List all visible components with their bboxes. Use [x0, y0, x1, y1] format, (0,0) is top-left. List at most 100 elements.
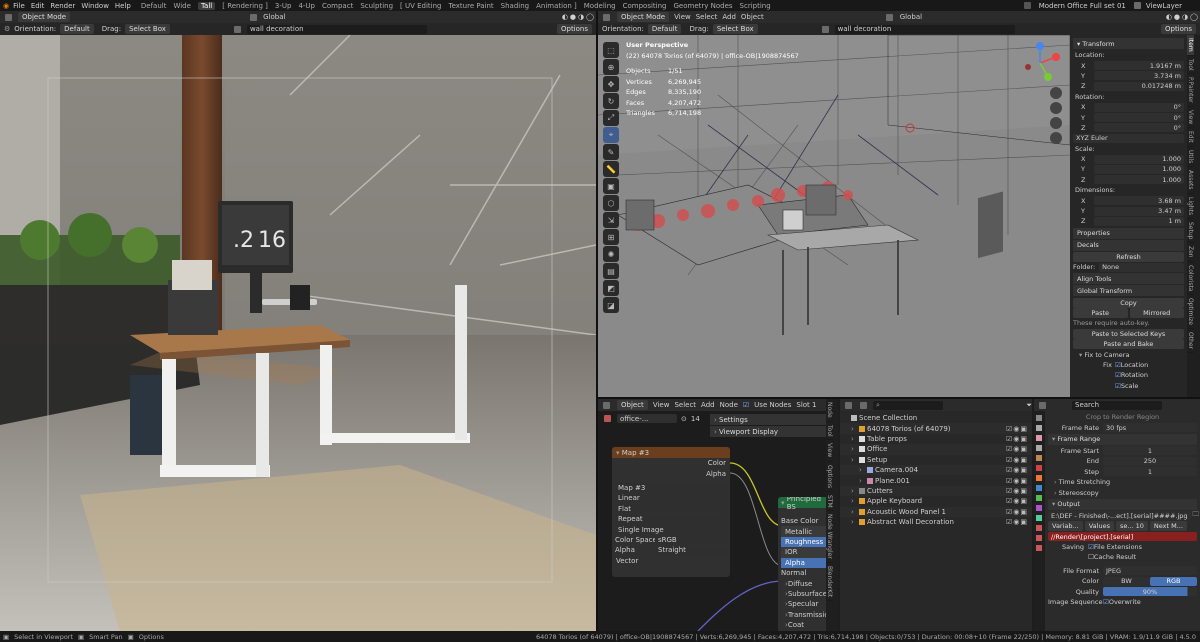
workspace-tab[interactable]: Wide [173, 2, 190, 10]
drag-selector[interactable]: Select Box [125, 24, 170, 34]
image-option-select[interactable]: Linear [615, 493, 727, 503]
scene-icon[interactable] [1023, 2, 1031, 9]
image-texture-node[interactable]: ▾ Map #3 Color Alpha Map #3 Linear Flat Re… [612, 447, 730, 577]
bsdf-input[interactable]: Base Color [781, 516, 826, 526]
bsdf-section[interactable]: › Specular [781, 599, 826, 609]
editor-type-icon[interactable] [603, 13, 610, 21]
extra-tool6-icon[interactable]: ◩ [603, 280, 619, 296]
orientation-selector[interactable]: Default [647, 24, 682, 34]
next-button[interactable]: Next M... [1149, 521, 1187, 532]
visibility-toggles-icon[interactable]: ☑◉▣ [1006, 508, 1028, 516]
frame-step-field[interactable]: 1 [1103, 467, 1197, 477]
fix-camera-header[interactable]: ▾ Fix to Camera [1073, 349, 1184, 359]
extra-tab-icon[interactable] [1036, 545, 1042, 551]
bsdf-node-header[interactable]: ▾ Principled BS [778, 497, 826, 511]
search-input[interactable]: wall decoration [246, 24, 427, 34]
variables-button[interactable]: Variab... [1048, 521, 1083, 532]
workspace-tab[interactable]: Shading [501, 2, 529, 10]
extra-tool7-icon[interactable]: ◪ [603, 297, 619, 313]
n-panel-tab[interactable]: Colorista [1187, 262, 1194, 296]
principled-bsdf-node[interactable]: ▾ Principled BS Base Color Metallic Roughn… [778, 497, 826, 631]
drag-selector[interactable]: Select Box [712, 24, 758, 34]
menu-select[interactable]: Select [696, 13, 718, 21]
menu-node[interactable]: Node [720, 401, 738, 409]
menu-view[interactable]: View [653, 401, 670, 409]
render-tab-icon[interactable] [1036, 425, 1042, 431]
n-panel-tab[interactable]: Other [1187, 329, 1194, 354]
extra-tool2-icon[interactable]: ⇲ [603, 212, 619, 228]
scale-z-field[interactable]: 1.000 [1094, 175, 1184, 185]
use-nodes-checkbox[interactable]: ☑ [743, 401, 749, 409]
workspace-tab[interactable]: Sculpting [360, 2, 393, 10]
shading-icons[interactable]: ◐●◑◯ [1166, 13, 1200, 21]
visibility-toggles-icon[interactable]: ☑◉▣ [1006, 466, 1028, 474]
render-view[interactable]: .2 16 [0, 35, 596, 631]
n-panel-tab[interactable]: Lights [1187, 194, 1194, 219]
crop-region-button[interactable]: Crop to Render Region [1048, 412, 1197, 423]
menu-window[interactable]: Window [81, 2, 109, 10]
paste-button[interactable]: Paste [1073, 308, 1128, 318]
slot-selector[interactable]: Slot 1 [796, 401, 816, 409]
visibility-toggles-icon[interactable]: ☑◉▣ [1006, 518, 1028, 526]
expand-arrow-icon[interactable]: › [851, 518, 857, 526]
view-layer-tab-icon[interactable] [1036, 445, 1042, 451]
workspace-tab[interactable]: Animation ] [536, 2, 577, 10]
options-button[interactable]: Options [556, 24, 592, 34]
expand-arrow-icon[interactable]: › [859, 466, 865, 474]
menu-render[interactable]: Render [50, 2, 75, 10]
image-option-select[interactable]: Single Image [615, 525, 727, 535]
menu-object[interactable]: Object [741, 13, 764, 21]
options-button[interactable]: Options [1160, 24, 1196, 34]
data-tab-icon[interactable] [1036, 515, 1042, 521]
n-panel-tab[interactable]: P.Painter [1187, 74, 1194, 107]
time-stretching-header[interactable]: › Time Stretching [1048, 477, 1197, 487]
frame-start-field[interactable]: 1 [1103, 446, 1197, 456]
quality-slider[interactable]: 90% [1103, 587, 1197, 597]
object-tab-icon[interactable] [1036, 475, 1042, 481]
outliner-item[interactable]: › Camera.004 ☑◉▣ [840, 464, 1032, 476]
bw-button[interactable]: BW [1103, 576, 1150, 586]
output-path-field[interactable]: E:\DEF - Finished\-...ect].[serial]####.… [1048, 511, 1191, 521]
workspace-tab[interactable]: Compositing [623, 2, 667, 10]
node-sidebar-tab[interactable]: Options [826, 462, 833, 492]
view-layer-name[interactable]: ViewLayer [1146, 2, 1182, 10]
paste-bake-button[interactable]: Paste and Bake [1073, 339, 1184, 350]
blender-logo-icon[interactable]: ◉ [3, 2, 9, 10]
outliner-item[interactable]: › Office ☑◉▣ [840, 444, 1032, 455]
decals-panel-header[interactable]: Decals [1073, 239, 1184, 251]
node-canvas[interactable]: office-... ⊙ 14 › Settings › Viewport Di… [598, 411, 826, 631]
move-tool-icon[interactable]: ✥ [603, 76, 619, 92]
node-sidebar-tab[interactable]: Tool [826, 422, 833, 441]
properties-type-icon[interactable] [1039, 401, 1046, 409]
expand-arrow-icon[interactable]: › [851, 497, 857, 505]
folder-icon[interactable]: 🗀 [1193, 510, 1200, 521]
rotation-y-field[interactable]: 0° [1094, 113, 1184, 123]
transform-tool-icon[interactable]: ⌖ [603, 127, 619, 143]
bsdf-input[interactable]: Normal [781, 568, 826, 578]
dimensions-z-field[interactable]: 1 m [1094, 216, 1184, 226]
node-type-selector[interactable]: Object [617, 400, 648, 410]
workspace-tab[interactable]: Compact [322, 2, 353, 10]
expand-arrow-icon[interactable]: › [859, 477, 865, 485]
image-node-header[interactable]: ▾ Map #3 [612, 447, 730, 458]
extra-tool5-icon[interactable]: ▤ [603, 263, 619, 279]
workspace-tab[interactable]: Default [141, 2, 167, 10]
zoom-icon[interactable] [1050, 87, 1062, 99]
display-mode-icon[interactable] [860, 401, 867, 409]
n-panel-tab[interactable]: Optimize [1187, 295, 1194, 330]
output-header[interactable]: ▾ Output [1048, 498, 1197, 510]
node-sidebar-tab[interactable]: Node [826, 399, 833, 422]
bsdf-input[interactable]: Alpha [781, 557, 826, 568]
frame-rate-select[interactable]: 30 fps [1103, 423, 1197, 433]
expand-arrow-icon[interactable]: › [851, 445, 857, 453]
cursor-tool-icon[interactable]: ⊕ [603, 59, 619, 75]
properties-search[interactable]: Search [1072, 400, 1162, 410]
bsdf-section[interactable]: › Coat [781, 620, 826, 630]
grid-icon[interactable] [1050, 132, 1062, 144]
workspace-tab[interactable]: Geometry Nodes [674, 2, 733, 10]
outliner-search[interactable]: ⌕ [873, 400, 943, 410]
mode-selector[interactable]: Object Mode [18, 12, 71, 22]
node-sidebar-tab[interactable]: BlenderKit [826, 563, 833, 602]
outliner-item[interactable]: › Acoustic Wood Panel 1 ☑◉▣ [840, 506, 1032, 517]
extra-tool-icon[interactable]: ⬡ [603, 195, 619, 211]
